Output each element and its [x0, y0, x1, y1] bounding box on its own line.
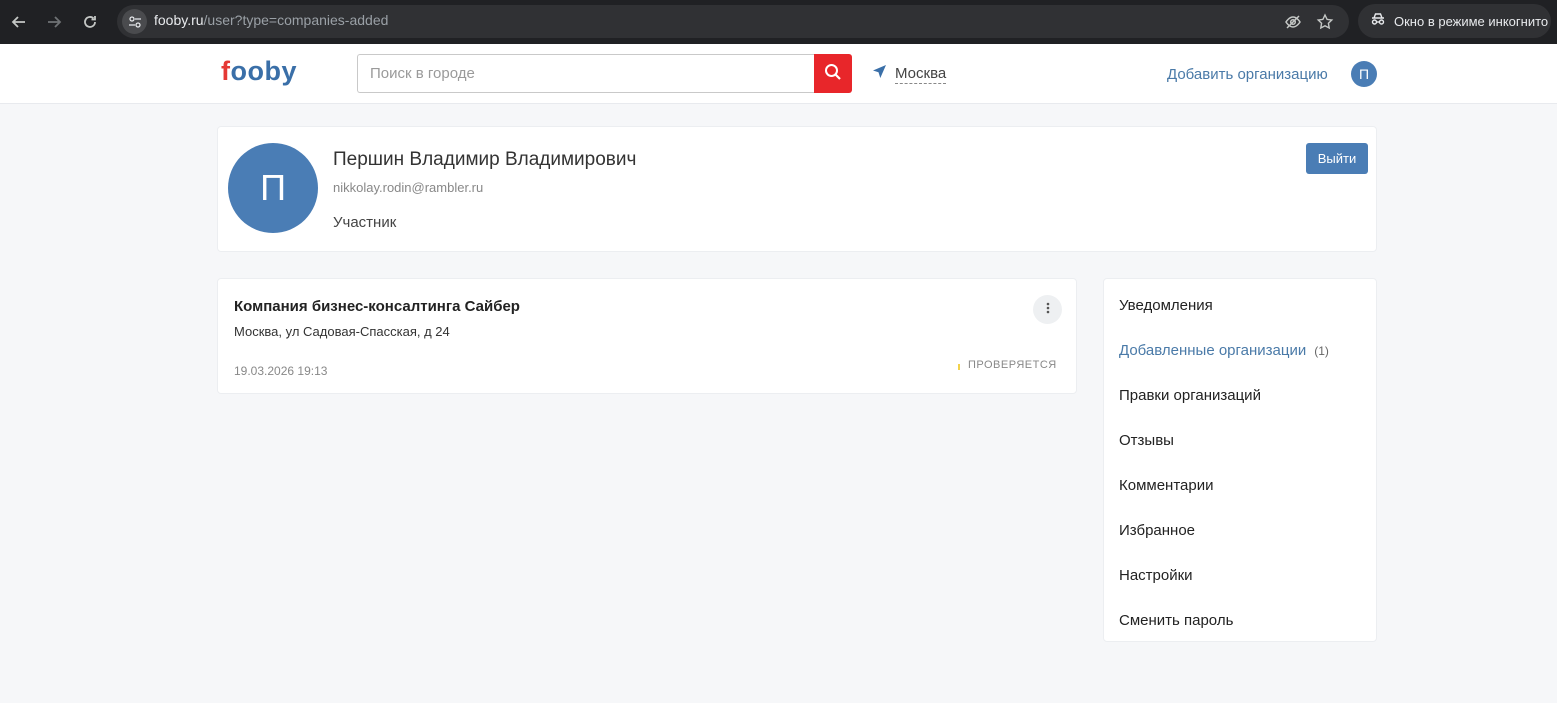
- profile-role: Участник: [333, 214, 397, 231]
- company-name[interactable]: Компания бизнес-консалтинга Сайбер: [234, 298, 520, 315]
- menu-item-reviews[interactable]: Отзывы: [1119, 432, 1174, 449]
- menu-count-badge: (1): [1314, 344, 1329, 358]
- city-name: Москва: [895, 64, 947, 84]
- company-card: Компания бизнес-консалтинга Сайбер Москв…: [217, 278, 1077, 394]
- more-vertical-icon: [1046, 301, 1050, 319]
- eye-off-icon[interactable]: [1282, 11, 1304, 33]
- search-button[interactable]: [814, 54, 852, 93]
- company-date: 19.03.2026 19:13: [234, 364, 328, 378]
- menu-item-change-password[interactable]: Сменить пароль: [1119, 612, 1233, 629]
- user-avatar[interactable]: П: [1351, 61, 1377, 87]
- menu-item-added-organizations[interactable]: Добавленные организации (1): [1119, 342, 1329, 359]
- more-options-button[interactable]: [1033, 295, 1062, 324]
- profile-card: П Першин Владимир Владимирович nikkolay.…: [217, 126, 1377, 252]
- site-settings-icon[interactable]: [122, 9, 147, 34]
- status-text: ПРОВЕРЯЕТСЯ: [968, 359, 1057, 371]
- url-text: fooby.ru/user?type=companies-added: [154, 12, 389, 28]
- site-header: fooby Москва Добавить организацию П: [0, 44, 1557, 104]
- site-logo[interactable]: fooby: [221, 56, 297, 87]
- incognito-icon: [1370, 11, 1386, 32]
- city-selector[interactable]: Москва: [872, 64, 947, 84]
- search-icon: [824, 63, 842, 84]
- search-input[interactable]: [357, 54, 815, 93]
- profile-side-menu: Уведомления Добавленные организации (1) …: [1103, 278, 1377, 642]
- location-arrow-icon: [872, 64, 887, 84]
- incognito-indicator[interactable]: Окно в режиме инкогнито: [1358, 4, 1551, 38]
- profile-name: Першин Владимир Владимирович: [333, 149, 637, 170]
- incognito-label: Окно в режиме инкогнито: [1394, 13, 1549, 29]
- bookmark-star-icon[interactable]: [1314, 11, 1336, 33]
- company-address: Москва, ул Садовая-Спасская, д 24: [234, 324, 450, 339]
- profile-avatar: П: [228, 143, 318, 233]
- forward-icon[interactable]: [40, 8, 68, 36]
- menu-item-settings[interactable]: Настройки: [1119, 567, 1193, 584]
- logout-button[interactable]: Выйти: [1306, 143, 1368, 174]
- menu-item-favorites[interactable]: Избранное: [1119, 522, 1195, 539]
- reload-icon[interactable]: [76, 8, 104, 36]
- browser-toolbar: fooby.ru/user?type=companies-added Окно …: [0, 0, 1557, 44]
- back-icon[interactable]: [5, 8, 33, 36]
- menu-item-organization-edits[interactable]: Правки организаций: [1119, 387, 1261, 404]
- status-indicator: [958, 364, 960, 370]
- status-badge: ПРОВЕРЯЕТСЯ: [958, 359, 1057, 371]
- profile-email: nikkolay.rodin@rambler.ru: [333, 180, 484, 195]
- address-bar[interactable]: fooby.ru/user?type=companies-added: [117, 5, 1349, 38]
- menu-item-comments[interactable]: Комментарии: [1119, 477, 1213, 494]
- add-organization-link[interactable]: Добавить организацию: [1167, 66, 1328, 83]
- menu-item-notifications[interactable]: Уведомления: [1119, 297, 1213, 314]
